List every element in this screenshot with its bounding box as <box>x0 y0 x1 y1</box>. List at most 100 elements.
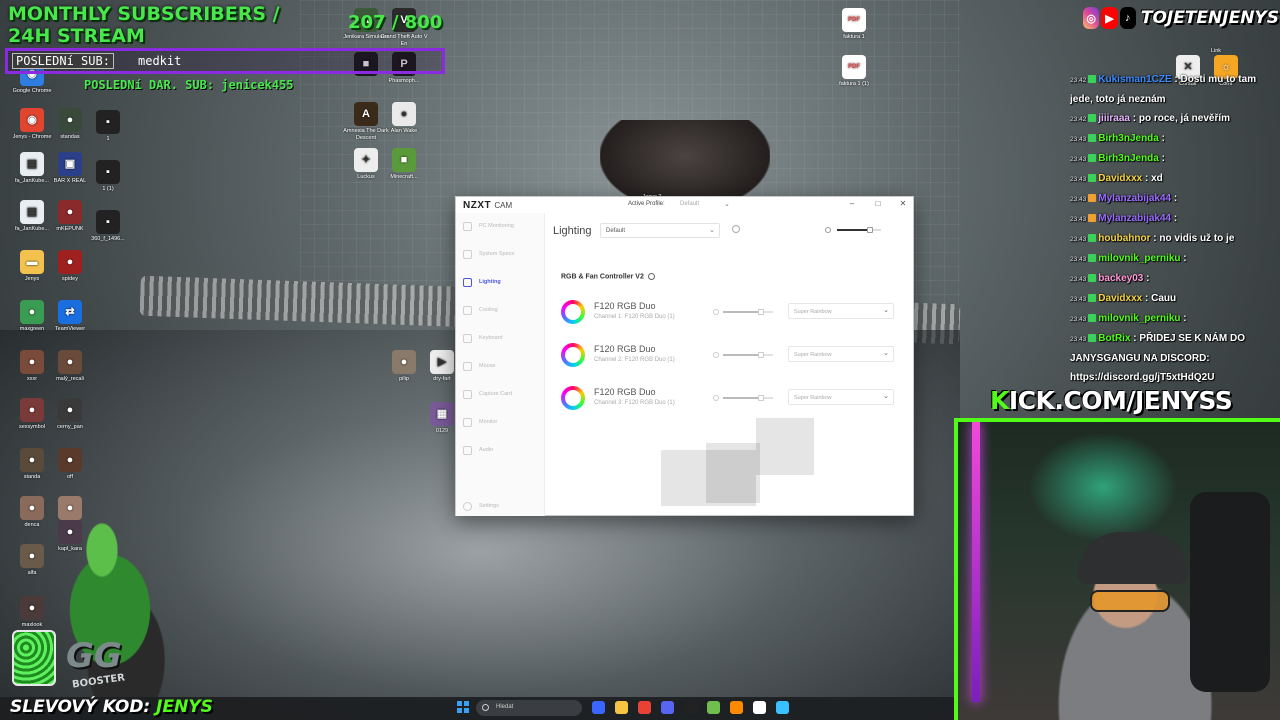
desktop-icon-image: ▬ <box>20 250 44 274</box>
desktop-icon-image: ▤ <box>20 200 44 224</box>
lighting-profile-value: Default <box>606 228 626 234</box>
chat-time: 23:42 <box>1070 116 1087 123</box>
chat-time: 23:43 <box>1070 216 1087 223</box>
subscriber-badge-icon <box>1088 134 1097 143</box>
chat-username[interactable]: jiiiraaa <box>1098 113 1130 124</box>
desktop-icon-label: Alan Wake <box>390 128 418 134</box>
subscriber-badge-icon <box>1088 314 1097 323</box>
nav-icon <box>463 221 472 231</box>
desktop-icon-image: ▶ <box>430 350 454 374</box>
windows-start-icon[interactable] <box>457 701 469 713</box>
desktop-icon[interactable]: ⇄ TeamViewer <box>44 300 96 333</box>
desktop-icon[interactable]: ● Alan Wake <box>378 102 430 135</box>
nav-item-system-specs[interactable]: System Specs <box>463 249 514 259</box>
nav-item-capture-card[interactable]: Capture Card <box>463 389 512 399</box>
effect-speed-slider[interactable] <box>713 309 781 315</box>
taskbar-app-icon[interactable] <box>753 701 766 714</box>
nav-item-pc-monitoring[interactable]: PC Monitoring <box>463 221 514 231</box>
taskbar-app-icon[interactable] <box>615 701 628 714</box>
effect-speed-slider[interactable] <box>713 395 781 401</box>
desktop-icon[interactable]: ▪ 1 (1) <box>82 160 134 193</box>
desktop-icon[interactable]: ● off <box>44 448 96 481</box>
nav-item-label: Keyboard <box>479 335 503 341</box>
nav-item-mouse[interactable]: Mouse <box>463 361 496 371</box>
taskbar-app-icon[interactable] <box>776 701 789 714</box>
nav-icon <box>463 445 472 455</box>
brightness-slider[interactable] <box>825 227 887 233</box>
desktop-icon[interactable]: ▪ 360_f_1496... <box>82 210 134 243</box>
chat-text: po roce, já nevěřím <box>1138 113 1231 124</box>
desktop-icon[interactable]: ● malý_recali <box>44 350 96 383</box>
taskbar-app-icon[interactable] <box>730 701 743 714</box>
lighting-profile-dropdown[interactable]: Default ⌄ <box>600 223 720 238</box>
maximize-icon[interactable]: □ <box>872 199 884 208</box>
speed-knob[interactable] <box>757 309 764 315</box>
cam-titlebar[interactable]: NZXT CAM Active Profile: Default ⌄ – □ ✕ <box>456 197 913 213</box>
desktop-icon-image: ▪ <box>96 210 120 234</box>
taskbar-app-icon[interactable] <box>592 701 605 714</box>
chat-username[interactable]: Birh3nJenda <box>1098 153 1159 164</box>
speed-track[interactable] <box>723 352 773 358</box>
desktop-icon[interactable]: PDF faktura 1 <box>828 8 880 41</box>
active-profile-value[interactable]: Default <box>680 201 699 207</box>
subscriber-badge-icon <box>1088 154 1097 163</box>
brightness-fill <box>837 229 870 231</box>
streamer-glasses <box>1090 590 1170 612</box>
speed-track[interactable] <box>723 395 773 401</box>
minimize-icon[interactable]: – <box>846 199 858 208</box>
desktop-icon-image: ● <box>58 250 82 274</box>
speed-track[interactable] <box>723 309 773 315</box>
chat-overlay: 23:42 Kukisman1CZE : Dosti mu to tam jede… <box>1070 70 1278 387</box>
chat-username[interactable]: Birh3nJenda <box>1098 133 1159 144</box>
chat-username[interactable]: Mylanzabijak44 <box>1098 213 1171 224</box>
desktop-icon[interactable]: ▪ 1 <box>82 110 134 143</box>
chat-username[interactable]: Mylanzabijak44 <box>1098 193 1171 204</box>
chat-username[interactable]: BotRix <box>1098 333 1130 344</box>
chat-username[interactable]: milovnik_perniku <box>1098 253 1180 264</box>
chat-time: 23:43 <box>1070 156 1087 163</box>
chat-username[interactable]: Davidxxx <box>1098 173 1142 184</box>
effect-dropdown[interactable]: Super Rainbow ⌄ <box>788 303 894 319</box>
nav-item-keyboard[interactable]: Keyboard <box>463 333 503 343</box>
taskbar-app-icon[interactable] <box>661 701 674 714</box>
chat-username[interactable]: Davidxxx <box>1098 293 1142 304</box>
chat-username[interactable]: houbahnor <box>1098 233 1150 244</box>
subscriber-badge-icon <box>1088 274 1097 283</box>
desktop-icon-image: ● <box>392 350 416 374</box>
subscriber-badge-icon <box>1088 75 1097 84</box>
ghost-artifact <box>706 443 760 503</box>
chat-separator: : <box>1171 74 1181 85</box>
device-row: F120 RGB Duo Channel 2: F120 RGB Duo (1) S… <box>561 340 897 372</box>
effect-dropdown[interactable]: Super Rainbow ⌄ <box>788 346 894 362</box>
effect-speed-slider[interactable] <box>713 352 781 358</box>
nav-icon <box>463 305 472 315</box>
chevron-down-icon[interactable]: ⌄ <box>724 200 730 208</box>
nav-item-lighting[interactable]: Lighting <box>463 277 501 287</box>
desktop-icon[interactable]: ● cerny_pan <box>44 398 96 431</box>
desktop-icon-label: Link <box>1210 48 1222 54</box>
taskbar-app-icon[interactable] <box>707 701 720 714</box>
chat-username[interactable]: backey03 <box>1098 273 1143 284</box>
nav-item-monitor[interactable]: Monitor <box>463 417 497 427</box>
taskbar-search[interactable]: Hledat <box>476 700 582 716</box>
chat-username[interactable]: Kukisman1CZE <box>1098 74 1171 85</box>
brightness-knob[interactable] <box>867 227 873 233</box>
taskbar-app-icon[interactable] <box>638 701 651 714</box>
desktop-icon-label: 1 <box>106 136 110 142</box>
chat-username[interactable]: milovnik_perniku <box>1098 313 1180 324</box>
taskbar-app-icon[interactable] <box>684 701 697 714</box>
nav-item-audio[interactable]: Audio <box>463 445 493 455</box>
desktop-icon-image: ⇄ <box>58 300 82 324</box>
info-icon[interactable] <box>647 273 655 280</box>
desktop-icon[interactable]: ● spidey <box>44 250 96 283</box>
nav-settings[interactable]: Settings <box>463 501 499 511</box>
speed-knob[interactable] <box>757 352 764 358</box>
effect-dropdown[interactable]: Super Rainbow ⌄ <box>788 389 894 405</box>
close-icon[interactable]: ✕ <box>897 199 909 208</box>
desktop-icon[interactable]: ■ Minecraft... <box>378 148 430 181</box>
nav-item-cooling[interactable]: Cooling <box>463 305 498 315</box>
gear-icon[interactable] <box>732 225 740 233</box>
brightness-track[interactable] <box>837 227 881 233</box>
desktop-icon[interactable]: PDF faktura 1 (1) <box>828 55 880 88</box>
speed-knob[interactable] <box>757 395 764 401</box>
